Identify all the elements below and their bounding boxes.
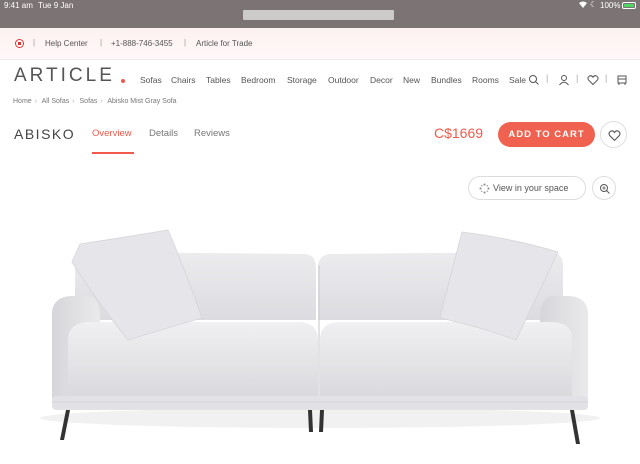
status-time: 9:41 am <box>4 1 33 10</box>
divider: | <box>33 38 36 47</box>
canada-flag-icon[interactable] <box>15 39 24 48</box>
product-title: ABISKO <box>14 126 76 142</box>
breadcrumb-home[interactable]: Home <box>13 98 32 105</box>
zoom-icon <box>600 184 610 194</box>
cart-icon[interactable] <box>616 73 628 85</box>
nav-outdoor[interactable]: Outdoor <box>328 75 359 85</box>
divider: | <box>605 73 608 83</box>
ar-icon <box>479 183 490 194</box>
utility-bar: | Help Center | +1-888-746-3455 | Articl… <box>0 28 640 60</box>
breadcrumb-current: Abisko Mist Gray Sofa <box>107 98 177 105</box>
wifi-icon <box>578 0 588 11</box>
product-image-sofa[interactable] <box>0 210 640 464</box>
heart-icon[interactable] <box>587 73 599 86</box>
nav-chairs[interactable]: Chairs <box>171 75 196 85</box>
trade-link[interactable]: Article for Trade <box>196 39 252 48</box>
sofa-seat-left <box>68 322 318 402</box>
moon-icon: ☾ <box>590 0 598 9</box>
nav-new[interactable]: New <box>403 75 420 85</box>
chevron-right-icon: › <box>34 98 38 105</box>
search-icon[interactable] <box>528 73 540 85</box>
sofa-base <box>52 396 588 410</box>
breadcrumb: Home › All Sofas › Sofas › Abisko Mist Gray… <box>13 98 180 105</box>
tab-overview[interactable]: Overview <box>92 128 132 139</box>
chevron-right-icon: › <box>72 98 75 105</box>
nav-storage[interactable]: Storage <box>287 75 317 85</box>
battery-percent: 100% <box>600 1 621 10</box>
breadcrumb-all-sofas[interactable]: All Sofas <box>42 98 70 105</box>
nav-sale[interactable]: Sale <box>509 75 526 85</box>
heart-icon <box>608 130 621 142</box>
tab-details[interactable]: Details <box>149 128 178 139</box>
divider: | <box>184 38 187 47</box>
url-bar[interactable] <box>243 10 394 20</box>
tab-reviews[interactable]: Reviews <box>194 128 230 139</box>
help-center-link[interactable]: Help Center <box>45 39 88 48</box>
status-bar: 9:41 am Tue 9 Jan ☾ 100% <box>0 0 640 28</box>
nav-bundles[interactable]: Bundles <box>431 75 462 85</box>
logo-dot <box>121 79 125 83</box>
sofa-seat-right <box>320 322 572 402</box>
product-price: C$1669 <box>434 125 484 141</box>
main-nav: ARTICLE Sofas Chairs Tables Bedroom Stor… <box>0 60 640 92</box>
divider: | <box>546 73 549 83</box>
favorite-button[interactable] <box>600 121 627 148</box>
chevron-right-icon: › <box>100 98 103 105</box>
nav-bedroom[interactable]: Bedroom <box>241 75 276 85</box>
nav-rooms[interactable]: Rooms <box>472 75 499 85</box>
article-logo[interactable]: ARTICLE <box>14 65 115 87</box>
breadcrumb-sofas[interactable]: Sofas <box>80 98 98 105</box>
nav-sofas[interactable]: Sofas <box>140 75 162 85</box>
divider: | <box>100 38 103 47</box>
battery-icon <box>622 2 636 9</box>
nav-decor[interactable]: Decor <box>370 75 393 85</box>
zoom-button[interactable] <box>592 176 616 200</box>
status-date: Tue 9 Jan <box>38 1 74 10</box>
add-to-cart-button[interactable]: ADD TO CART <box>498 122 595 147</box>
view-in-space-button[interactable]: View in your space <box>468 176 586 200</box>
active-tab-indicator <box>92 152 134 154</box>
user-icon[interactable] <box>558 73 570 86</box>
nav-tables[interactable]: Tables <box>206 75 231 85</box>
view-in-space-label: View in your space <box>493 183 569 193</box>
phone-link[interactable]: +1-888-746-3455 <box>111 39 173 48</box>
divider: | <box>576 73 579 83</box>
